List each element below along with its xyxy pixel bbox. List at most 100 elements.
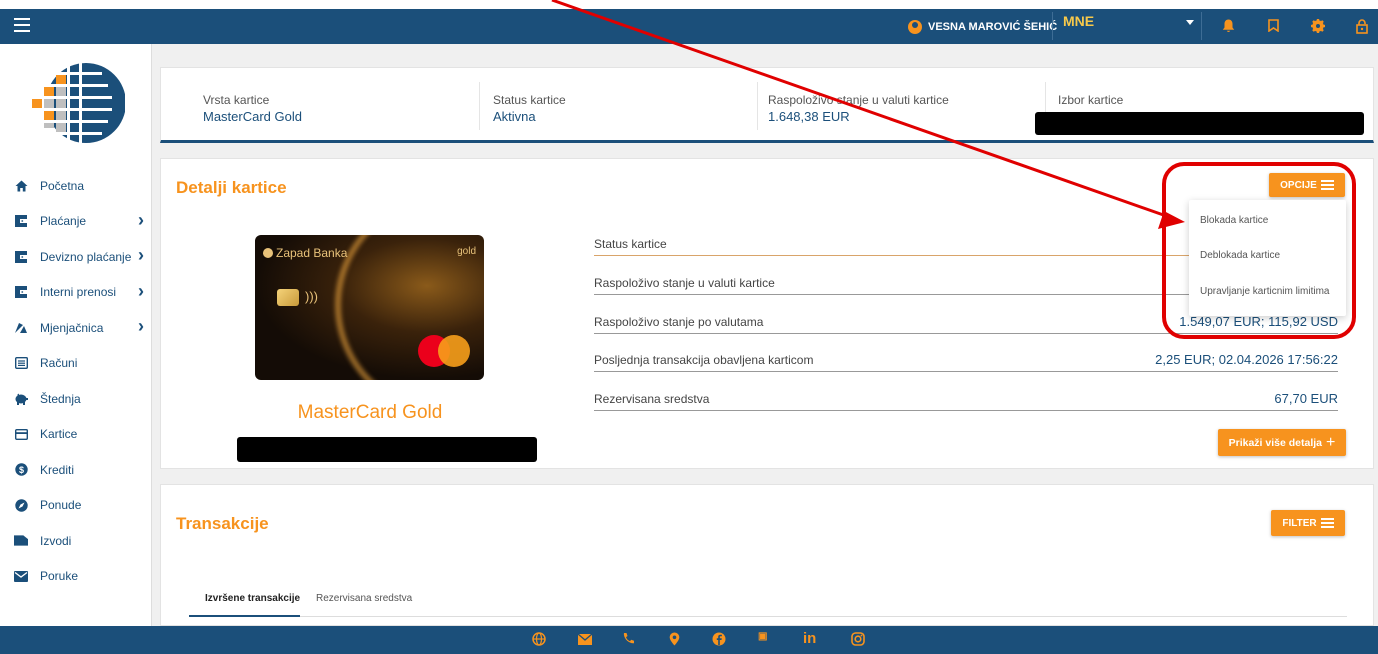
top-bar: VESNA MAROVIĆ ŠEHIĆ MNE: [0, 9, 1378, 44]
footer: ▣ in: [0, 626, 1378, 654]
location-icon[interactable]: [669, 632, 680, 649]
card-select-dropdown-redacted[interactable]: [1035, 112, 1364, 135]
phone-icon[interactable]: [622, 632, 635, 648]
card-selection: Izbor kartice: [1058, 93, 1123, 107]
divider: [479, 82, 480, 130]
mail-icon: [14, 569, 28, 583]
card-status-value: Aktivna: [493, 109, 536, 124]
sidebar-item-ponude[interactable]: Ponude: [0, 488, 152, 524]
sidebar-item-izvodi[interactable]: Izvodi: [0, 523, 152, 559]
contactless-icon: ))): [305, 289, 318, 304]
sidebar-item-kartice[interactable]: Kartice: [0, 417, 152, 453]
exchange-icon: [14, 321, 28, 335]
language-select[interactable]: MNE: [1063, 13, 1094, 29]
detail-row: Raspoloživo stanje po valutama 1.549,07 E…: [594, 313, 1338, 334]
linkedin-icon[interactable]: in: [803, 630, 816, 647]
menu-icon[interactable]: [14, 18, 30, 32]
divider: [1052, 12, 1053, 40]
hamburger-icon: [1320, 516, 1334, 530]
card-selection-label: Izbor kartice: [1058, 93, 1124, 107]
sidebar-item-label: Kartice: [40, 427, 78, 442]
menu-item-card-limits[interactable]: Upravljanje karticnim limitima: [1200, 286, 1329, 297]
chevron-right-icon: ›: [138, 209, 144, 230]
divider: [757, 82, 758, 130]
chip-icon: [277, 289, 299, 306]
sidebar-item-label: Štednja: [40, 391, 81, 406]
sidebar-item-mjenjačnica[interactable]: Mjenjačnica ›: [0, 310, 152, 346]
card-status-label: Status kartice: [493, 93, 566, 107]
facebook-icon[interactable]: [712, 632, 726, 649]
active-tab-indicator: [189, 615, 300, 617]
sidebar-item-label: Devizno plaćanje: [40, 249, 132, 264]
menu-item-unblock-card[interactable]: Deblokada kartice: [1200, 250, 1280, 261]
chevron-down-icon[interactable]: [1186, 20, 1194, 25]
lock-icon[interactable]: [1356, 19, 1368, 37]
detail-row: Rezervisana sredstva 67,70 EUR: [594, 390, 1338, 411]
sidebar-item-label: Interni prenosi: [40, 285, 117, 300]
youtube-icon[interactable]: ▣: [758, 631, 767, 642]
options-button[interactable]: OPCIJE: [1269, 173, 1345, 197]
card-balance-value: 1.648,38 EUR: [768, 109, 850, 124]
detail-value: 67,70 EUR: [1274, 391, 1338, 406]
divider: [1201, 12, 1202, 40]
sidebar-item-plaćanje[interactable]: Plaćanje ›: [0, 204, 152, 240]
menu-item-block-card[interactable]: Blokada kartice: [1200, 215, 1268, 226]
sidebar-item-krediti[interactable]: $ Krediti: [0, 452, 152, 488]
card-status: Status kartice Aktivna: [493, 93, 566, 124]
sidebar-item-poruke[interactable]: Poruke: [0, 559, 152, 595]
bookmark-icon[interactable]: [1268, 19, 1279, 35]
tab-reserved-funds[interactable]: Rezervisana sredstva: [316, 593, 412, 604]
sidebar-item-devizno-plaćanje[interactable]: Devizno plaćanje ›: [0, 239, 152, 275]
bell-icon[interactable]: [1222, 19, 1235, 36]
hamburger-icon: [1320, 178, 1334, 192]
sidebar-item-računi[interactable]: Računi: [0, 346, 152, 382]
detail-label: Raspoloživo stanje po valutama: [594, 315, 764, 329]
sidebar-item-štednja[interactable]: Štednja: [0, 381, 152, 417]
user-menu[interactable]: VESNA MAROVIĆ ŠEHIĆ: [908, 9, 1057, 44]
svg-text:$: $: [18, 465, 23, 475]
card-type-value: MasterCard Gold: [203, 109, 302, 124]
bank-icon: [263, 248, 273, 258]
mastercard-icon: [418, 335, 472, 367]
plus-icon: +: [1326, 433, 1336, 451]
chevron-right-icon: ›: [138, 245, 144, 265]
home-icon: [14, 179, 28, 193]
sidebar-item-label: Početna: [40, 178, 85, 193]
card-bank: Zapad Banka: [263, 246, 347, 260]
filter-button-label: FILTER: [1282, 517, 1317, 529]
card-image: Zapad Banka gold ))): [255, 235, 484, 380]
sidebar-item-label: Računi: [40, 356, 78, 371]
instagram-icon[interactable]: [851, 632, 865, 649]
user-icon: [908, 19, 922, 34]
sidebar-item-label: Poruke: [40, 569, 79, 584]
chevron-right-icon: ›: [138, 316, 144, 336]
detail-value: 1.549,07 EUR; 115,92 USD: [1179, 314, 1338, 329]
options-button-label: OPCIJE: [1280, 179, 1317, 191]
sidebar-item-label: Ponude: [40, 498, 82, 513]
sidebar-item-label: Krediti: [40, 462, 75, 477]
sidebar-item-label: Mjenjačnica: [40, 320, 104, 335]
card-info-panel: Vrsta kartice MasterCard Gold Status kar…: [160, 67, 1374, 143]
mail-icon[interactable]: [577, 632, 593, 648]
card-type: Vrsta kartice MasterCard Gold: [203, 93, 302, 124]
show-more-details-button[interactable]: Prikaži više detalja +: [1218, 429, 1346, 456]
detail-row: Posljednja transakcija obavljena kartico…: [594, 351, 1338, 372]
dollar-icon: $: [14, 463, 28, 477]
sidebar-item-početna[interactable]: Početna: [0, 168, 152, 204]
filter-button[interactable]: FILTER: [1271, 510, 1345, 536]
gear-icon[interactable]: [1311, 19, 1325, 36]
details-title: Detalji kartice: [176, 178, 287, 197]
folder-icon: [14, 534, 28, 548]
wallet-icon: [14, 250, 28, 264]
compass-icon: [14, 498, 28, 512]
card-balance-label: Raspoloživo stanje u valuti kartice: [768, 93, 949, 107]
bank-logo: [32, 60, 125, 150]
globe-icon[interactable]: [532, 632, 546, 649]
wallet-icon: [14, 214, 28, 228]
tab-executed-transactions[interactable]: Izvršene transakcije: [205, 593, 300, 604]
detail-value: 2,25 EUR; 02.04.2026 17:56:22: [1155, 352, 1338, 367]
sidebar-item-interni-prenosi[interactable]: Interni prenosi ›: [0, 275, 152, 311]
transactions-title: Transakcije: [176, 514, 269, 533]
card-type-label: Vrsta kartice: [203, 93, 270, 107]
sidebar: Početna Plaćanje › Devizno plaćanje › Interni…: [0, 44, 152, 637]
